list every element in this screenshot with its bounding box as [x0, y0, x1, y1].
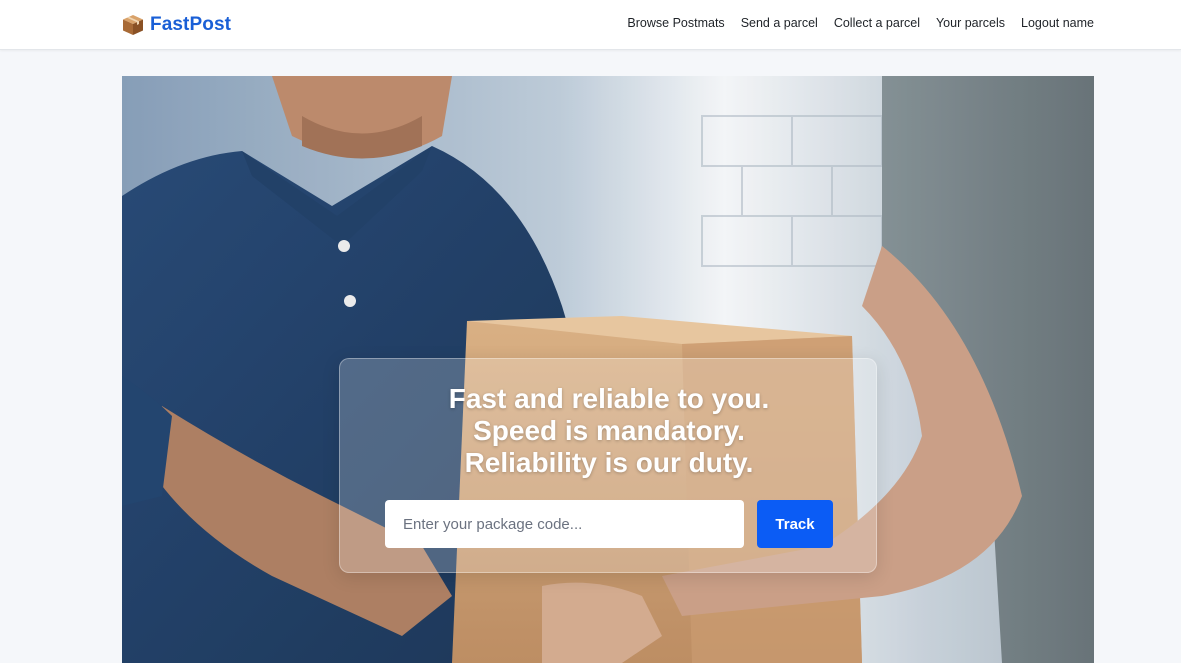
brand-logo-link[interactable]: FastPost	[122, 12, 231, 38]
brand-name: FastPost	[150, 14, 232, 35]
headline-line-3: Reliability is our duty.	[464, 447, 754, 478]
hero-banner: Fast and reliable to you. Speed is manda…	[122, 76, 1094, 663]
nav-collect-parcel[interactable]: Collect a parcel	[834, 16, 920, 30]
headline-line-2: Speed is mandatory.	[473, 415, 745, 446]
package-icon	[123, 15, 143, 35]
main-nav: Browse Postmats Send a parcel Collect a …	[627, 16, 1094, 30]
nav-send-parcel[interactable]: Send a parcel	[741, 16, 818, 30]
headline-line-1: Fast and reliable to you.	[448, 383, 770, 414]
top-navbar: FastPost Browse Postmats Send a parcel C…	[0, 0, 1181, 50]
package-code-input[interactable]	[385, 500, 744, 548]
hero-headline: Fast and reliable to you. Speed is manda…	[340, 383, 878, 479]
tracking-card: Fast and reliable to you. Speed is manda…	[339, 358, 877, 573]
nav-your-parcels[interactable]: Your parcels	[936, 16, 1005, 30]
track-button[interactable]: Track	[757, 500, 833, 548]
nav-logout[interactable]: Logout name	[1021, 16, 1094, 30]
nav-browse-postmats[interactable]: Browse Postmats	[627, 16, 724, 30]
